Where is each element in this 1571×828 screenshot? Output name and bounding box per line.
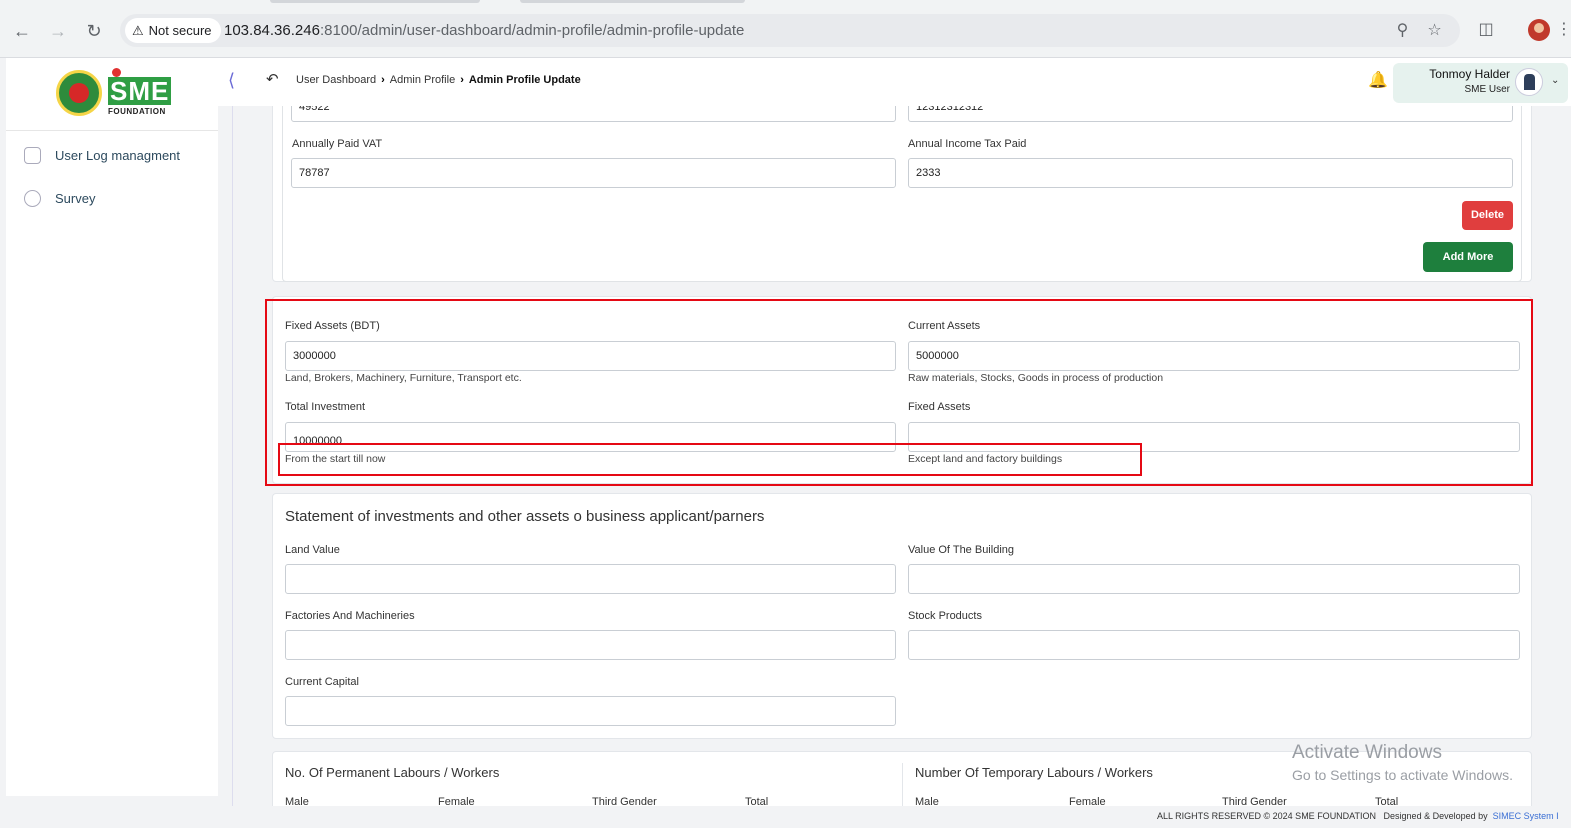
address-bar[interactable]: ⚠ Not secure 103.84.36.246:8100/admin/us…	[120, 14, 1460, 47]
user-menu[interactable]: Tonmoy Halder SME User ⌄	[1393, 63, 1568, 103]
add-more-button[interactable]: Add More	[1423, 242, 1513, 272]
profile-avatar-icon[interactable]	[1528, 19, 1550, 41]
notification-bell-icon[interactable]: 🔔	[1368, 70, 1388, 90]
pie-chart-icon	[24, 189, 41, 207]
browser-toolbar: ← → ↻ ⚠ Not secure 103.84.36.246:8100/ad…	[0, 0, 1571, 58]
back-icon[interactable]: ↶	[266, 70, 279, 88]
logo-subtext: FOUNDATION	[108, 107, 166, 116]
temp-male-label: Male	[915, 796, 939, 806]
vat-label: Annually Paid VAT	[292, 138, 383, 150]
breadcrumb-current: Admin Profile Update	[468, 74, 581, 86]
bangladesh-emblem-icon	[56, 70, 102, 116]
extensions-icon[interactable]: ◫	[1474, 18, 1498, 42]
perm-third-gender-label: Third Gender	[592, 796, 657, 806]
delete-button[interactable]: Delete	[1462, 201, 1513, 230]
log-icon	[24, 146, 41, 164]
factories-input[interactable]	[285, 630, 896, 660]
reload-icon[interactable]: ↻	[82, 19, 106, 43]
current-capital-input[interactable]	[285, 696, 896, 726]
bookmark-star-icon[interactable]: ☆	[1422, 18, 1447, 43]
building-value-input[interactable]	[908, 564, 1520, 594]
sme-foundation-logo[interactable]: SME FOUNDATION	[56, 68, 176, 118]
avatar	[1515, 68, 1543, 96]
sidebar: SME FOUNDATION User Log managment Survey	[6, 58, 218, 796]
factories-label: Factories And Machineries	[285, 610, 415, 622]
chevron-right-icon: ›	[460, 74, 464, 86]
footer-designed: Designed & Developed by	[1383, 811, 1488, 821]
sidebar-item-label: Survey	[55, 190, 96, 206]
security-chip[interactable]: ⚠ Not secure	[125, 18, 221, 43]
tab-hint[interactable]	[270, 0, 480, 3]
url-path: :8100/admin/user-dashboard/admin-profile…	[319, 22, 745, 39]
labour-divider	[902, 763, 903, 806]
tax-row0-left-input[interactable]: 49522	[291, 106, 896, 122]
user-role: SME User	[1464, 84, 1510, 95]
sidebar-item-user-log[interactable]: User Log managment	[24, 143, 180, 167]
statement-title: Statement of investments and other asset…	[285, 508, 765, 525]
zoom-icon[interactable]: ⚲	[1390, 18, 1415, 43]
scroll-gutter	[232, 106, 233, 806]
forward-arrow-icon[interactable]: →	[46, 19, 70, 43]
stock-label: Stock Products	[908, 610, 982, 622]
current-capital-label: Current Capital	[285, 676, 359, 688]
vat-input[interactable]: 78787	[291, 158, 896, 188]
land-value-input[interactable]	[285, 564, 896, 594]
income-tax-label: Annual Income Tax Paid	[908, 138, 1027, 150]
tax-row0-right-input[interactable]: 12312312312	[908, 106, 1513, 122]
chevron-down-icon[interactable]: ⌄	[1551, 75, 1559, 86]
breadcrumb-user-dashboard[interactable]: User Dashboard	[296, 74, 376, 86]
breadcrumb: User Dashboard › Admin Profile › Admin P…	[296, 74, 581, 86]
temp-total-label: Total	[1375, 796, 1399, 806]
breadcrumb-admin-profile[interactable]: Admin Profile	[390, 74, 455, 86]
user-name: Tonmoy Halder	[1429, 67, 1510, 81]
app-header: ⟨ ↶ User Dashboard › Admin Profile › Adm…	[218, 58, 1571, 106]
income-tax-input[interactable]: 2333	[908, 158, 1513, 188]
tax-inner-card	[282, 106, 1522, 282]
sidebar-item-label: User Log managment	[55, 147, 181, 163]
perm-female-label: Female	[438, 796, 475, 806]
footer-text: ALL RIGHTS RESERVED © 2024 SME FOUNDATIO…	[1157, 811, 1559, 821]
back-arrow-icon[interactable]: ←	[10, 19, 34, 43]
page-footer: ALL RIGHTS RESERVED © 2024 SME FOUNDATIO…	[0, 806, 1571, 828]
tab-hint[interactable]	[520, 0, 745, 3]
url-text[interactable]: 103.84.36.246:8100/admin/user-dashboard/…	[224, 14, 744, 47]
windows-watermark-title: Activate Windows	[1292, 742, 1442, 763]
stock-input[interactable]	[908, 630, 1520, 660]
permanent-labour-title: No. Of Permanent Labours / Workers	[285, 765, 500, 780]
url-host: 103.84.36.246	[224, 22, 320, 39]
land-value-label: Land Value	[285, 544, 340, 556]
warning-icon: ⚠	[132, 23, 144, 38]
browser-menu-icon[interactable]: ⋮	[1556, 18, 1571, 42]
security-label: Not secure	[148, 23, 212, 38]
collapse-sidebar-icon[interactable]: ⟨	[228, 70, 235, 91]
perm-total-label: Total	[745, 796, 769, 806]
footer-rights: ALL RIGHTS RESERVED © 2024 SME FOUNDATIO…	[1157, 811, 1377, 821]
temporary-labour-title: Number Of Temporary Labours / Workers	[915, 765, 1153, 780]
sidebar-item-survey[interactable]: Survey	[24, 186, 95, 210]
temp-female-label: Female	[1069, 796, 1106, 806]
sidebar-divider	[6, 130, 218, 131]
perm-male-label: Male	[285, 796, 309, 806]
logo-text: SME	[108, 76, 172, 106]
footer-developer-link[interactable]: SIMEC System I	[1493, 811, 1559, 821]
windows-watermark-subtitle: Go to Settings to activate Windows.	[1292, 767, 1513, 783]
highlight-box-inner	[278, 443, 1142, 476]
main-content: 49522 12312312312 Annually Paid VAT 7878…	[228, 106, 1571, 806]
building-value-label: Value Of The Building	[908, 544, 1014, 556]
chevron-right-icon: ›	[381, 74, 385, 86]
temp-third-gender-label: Third Gender	[1222, 796, 1287, 806]
